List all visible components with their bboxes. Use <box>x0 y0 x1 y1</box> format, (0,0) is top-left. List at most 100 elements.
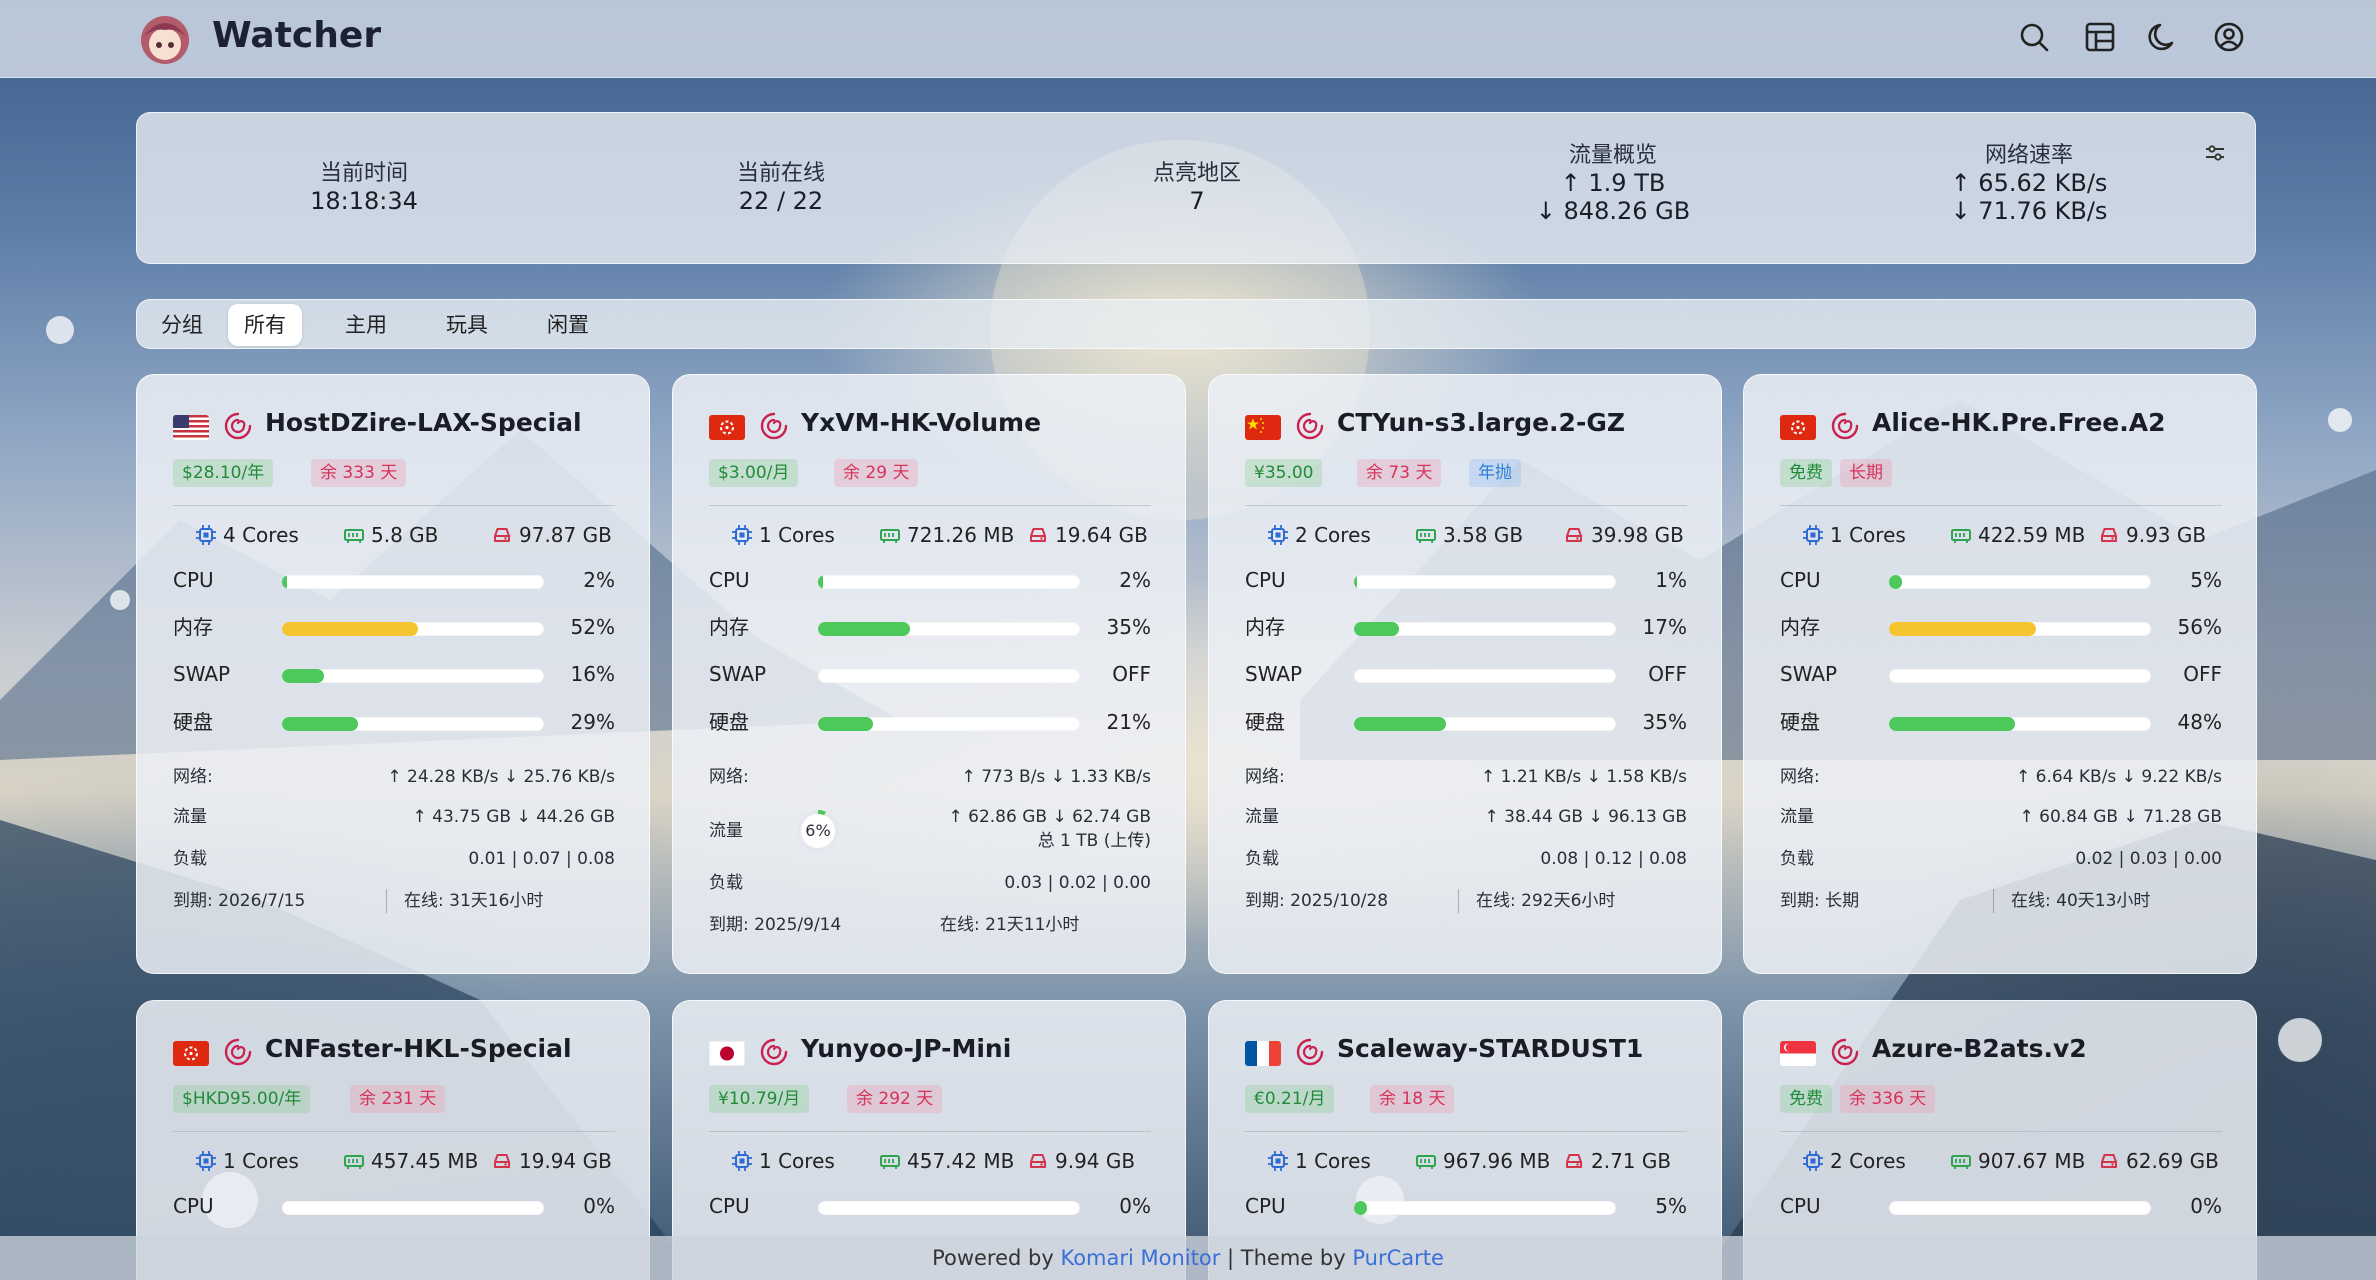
disk-usage-fill <box>282 717 358 731</box>
user-account-icon[interactable] <box>2211 19 2247 55</box>
memory-label: 内存 <box>709 615 749 639</box>
swap-usage-bar <box>818 669 1080 683</box>
price-badge: 免费 <box>1780 1085 1832 1113</box>
cpu-row: CPU 0% <box>1780 1191 2222 1221</box>
cpu-label: CPU <box>1780 568 1821 592</box>
network-speed-label: 网络: <box>1780 767 1820 787</box>
purcarte-link[interactable]: PurCarte <box>1352 1246 1444 1270</box>
disk-row: 硬盘 35% <box>1245 707 1687 737</box>
divider <box>1780 505 2222 506</box>
overview-panel: 当前时间 18:18:34 当前在线 22 / 22 点亮地区 7 流量概览 ↑… <box>136 112 2256 264</box>
disk-total-value: 97.87 GB <box>519 523 612 547</box>
disk-total-spec: 9.94 GB <box>1027 1146 1135 1176</box>
memory-total-spec: 3.58 GB <box>1415 520 1523 550</box>
tab-toys[interactable]: 玩具 <box>430 304 504 346</box>
settings-sliders-icon[interactable] <box>2203 141 2227 165</box>
server-name[interactable]: Yunyoo-JP-Mini <box>801 1034 1011 1063</box>
price-badge: $28.10/年 <box>173 459 274 487</box>
cpu-cores-spec: 1 Cores <box>195 1146 299 1176</box>
memory-percent: 52% <box>570 615 615 639</box>
disk-total-spec: 19.64 GB <box>1027 520 1148 550</box>
traffic-row: 流量 ↑ 62.86 GB ↓ 62.74 GB 总 1 TB (上传) 6% <box>709 805 1151 857</box>
cpu-row: CPU 2% <box>173 565 615 595</box>
price-badge: $3.00/月 <box>709 459 799 487</box>
cpu-cores-value: 4 Cores <box>223 523 299 547</box>
price-badge: ¥35.00 <box>1245 459 1323 487</box>
cpu-cores-value: 2 Cores <box>1830 1149 1906 1173</box>
memory-label: 内存 <box>173 615 213 639</box>
disk-row: 硬盘 48% <box>1780 707 2222 737</box>
tab-group[interactable]: 分组 <box>145 304 219 346</box>
dark-mode-moon-icon[interactable] <box>2146 19 2182 55</box>
tab-primary[interactable]: 主用 <box>329 304 403 346</box>
server-card[interactable]: HostDZire-LAX-Special $28.10/年 余 333 天 4 Co… <box>136 374 650 974</box>
swap-row: SWAP 16% <box>173 659 615 689</box>
disk-total-spec: 39.98 GB <box>1563 520 1684 550</box>
memory-total-spec: 422.59 MB <box>1950 520 2085 550</box>
search-icon[interactable] <box>2016 19 2052 55</box>
disk-total-value: 62.69 GB <box>2126 1149 2219 1173</box>
memory-usage-bar <box>818 622 1080 636</box>
server-name[interactable]: Alice-HK.Pre.Free.A2 <box>1872 408 2166 437</box>
server-card[interactable]: YxVM-HK-Volume $3.00/月 余 29 天 1 Cores 721.26… <box>672 374 1186 974</box>
cpu-percent: 5% <box>1655 1194 1687 1218</box>
divider <box>1245 1131 1687 1132</box>
server-card[interactable]: Alice-HK.Pre.Free.A2 免费 长期 1 Cores 422.59 MB… <box>1743 374 2257 974</box>
remaining-days-badge: 余 292 天 <box>847 1085 943 1113</box>
tab-idle[interactable]: 闲置 <box>531 304 605 346</box>
cpu-cores-spec: 4 Cores <box>195 520 299 550</box>
tab-all[interactable]: 所有 <box>228 304 302 346</box>
server-name[interactable]: YxVM-HK-Volume <box>801 408 1041 437</box>
traffic-value: ↑ 43.75 GB ↓ 44.26 GB <box>412 807 615 827</box>
cpu-label: CPU <box>709 1194 750 1218</box>
cpu-usage-bar <box>818 575 1080 589</box>
footer-powered-text: Powered by <box>932 1246 1054 1270</box>
memory-usage-fill <box>818 622 910 636</box>
current-time-value: 18:18:34 <box>310 187 418 215</box>
server-name[interactable]: CNFaster-HKL-Special <box>265 1034 572 1063</box>
server-name[interactable]: HostDZire-LAX-Special <box>265 408 582 437</box>
memory-percent: 17% <box>1642 615 1687 639</box>
memory-row: 内存 17% <box>1245 612 1687 642</box>
server-card[interactable]: CTYun-s3.large.2-GZ ¥35.00 余 73 天年抛 2 Cores… <box>1208 374 1722 974</box>
cpu-percent: 0% <box>1119 1194 1151 1218</box>
cpu-usage-bar <box>1354 1201 1616 1215</box>
disk-total-value: 19.94 GB <box>519 1149 612 1173</box>
komari-monitor-link[interactable]: Komari Monitor <box>1060 1246 1220 1270</box>
server-name[interactable]: Scaleway-STARDUST1 <box>1337 1034 1643 1063</box>
swap-label: SWAP <box>1245 662 1303 686</box>
cpu-percent: 5% <box>2190 568 2222 592</box>
expire-uptime-divider <box>386 889 387 913</box>
disk-total-value: 2.71 GB <box>1591 1149 1672 1173</box>
country-flag-us-icon <box>173 415 209 440</box>
memory-total-spec: 721.26 MB <box>879 520 1014 550</box>
cpu-usage-fill <box>1354 575 1357 589</box>
memory-usage-fill <box>282 622 419 636</box>
network-speed-label: 网络速率 <box>1984 143 2073 168</box>
memory-label: 内存 <box>1245 615 1285 639</box>
debian-os-icon <box>1830 411 1860 441</box>
remaining-days-badge: 余 231 天 <box>350 1085 446 1113</box>
traffic-overview-stat: 流量概览 ↑ 1.9 TB ↓ 848.26 GB <box>1463 113 1763 265</box>
memory-usage-bar <box>1354 622 1616 636</box>
expire-label: 到期: 2026/7/15 <box>173 891 306 911</box>
online-value: 22 / 22 <box>738 187 824 215</box>
server-name[interactable]: Azure-B2ats.v2 <box>1872 1034 2087 1063</box>
cpu-label: CPU <box>1245 568 1286 592</box>
disk-usage-bar <box>1354 717 1616 731</box>
debian-os-icon <box>223 411 253 441</box>
table-view-icon[interactable] <box>2082 19 2118 55</box>
brand-title[interactable]: Watcher <box>212 12 381 60</box>
price-badge: $HKD95.00/年 <box>173 1085 311 1113</box>
cpu-row: CPU 0% <box>709 1191 1151 1221</box>
swap-percent: 16% <box>570 662 615 686</box>
price-badge: ¥10.79/月 <box>709 1085 810 1113</box>
disk-percent: 48% <box>2177 710 2222 734</box>
server-name[interactable]: CTYun-s3.large.2-GZ <box>1337 408 1625 437</box>
country-flag-hk-icon <box>709 415 745 440</box>
cpu-percent: 2% <box>583 568 615 592</box>
memory-usage-fill <box>1889 622 2036 636</box>
avatar-logo-icon[interactable] <box>136 10 194 68</box>
regions-value: 7 <box>1189 187 1205 215</box>
country-flag-cn-icon <box>1245 415 1281 440</box>
